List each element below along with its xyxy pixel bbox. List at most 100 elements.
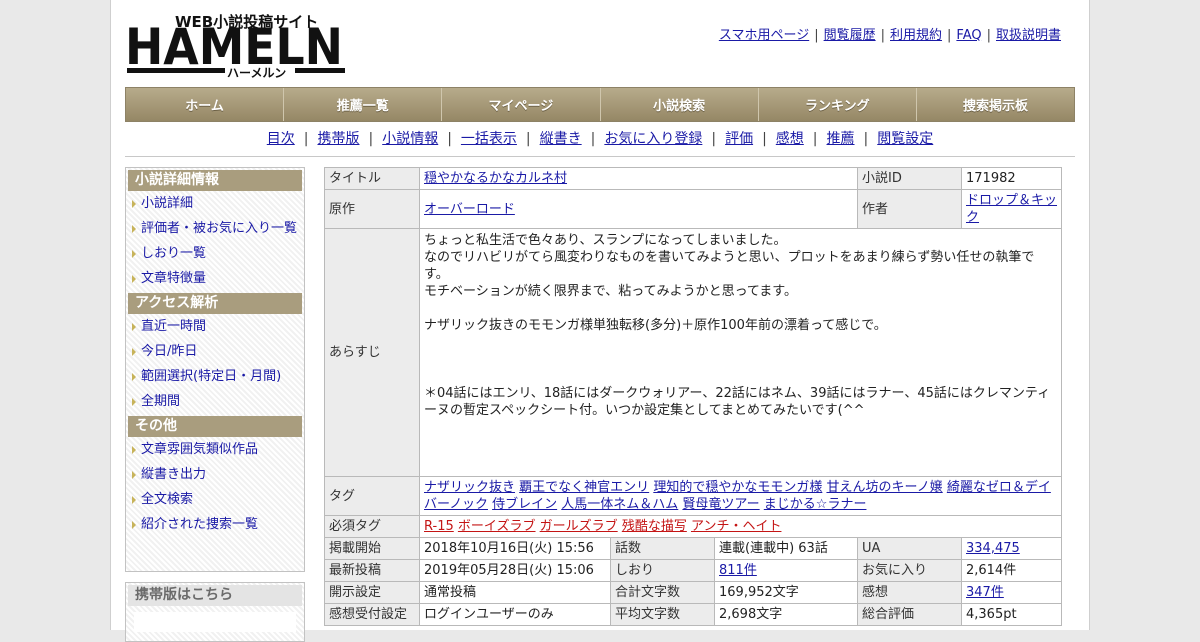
sidebar-item-fulltext[interactable]: 全文検索 bbox=[126, 487, 304, 512]
tag-link[interactable]: 賢母竜ツアー bbox=[682, 497, 759, 512]
subnav-rating[interactable]: 評価 bbox=[725, 131, 753, 147]
required-tag-link[interactable]: ガールズラブ bbox=[540, 519, 618, 534]
nav-search[interactable]: 小説検索 bbox=[600, 88, 759, 121]
tag-link[interactable]: 覇王でなく神官エンリ bbox=[519, 480, 649, 495]
arrow-icon bbox=[132, 471, 136, 479]
sidebar-item-bookmarks[interactable]: しおり一覧 bbox=[126, 241, 304, 266]
table-row: タグ ナザリック抜き 覇王でなく神官エンリ 理知的で穏やかなモモンガ様 甘えん坊… bbox=[324, 476, 1062, 516]
novel-title-link[interactable]: 穏やかなるかなカルネ村 bbox=[424, 171, 567, 186]
top-link-manual[interactable]: 取扱説明書 bbox=[996, 28, 1061, 43]
sidebar-item-raters[interactable]: 評価者・被お気に入り一覧 bbox=[126, 216, 304, 241]
tags-cell: ナザリック抜き 覇王でなく神官エンリ 理知的で穏やかなモモンガ様 甘えん坊のキー… bbox=[419, 476, 1062, 516]
required-tag-link[interactable]: R-15 bbox=[424, 519, 454, 534]
required-tag-link[interactable]: アンチ・ヘイト bbox=[691, 519, 781, 534]
subnav-settings[interactable]: 閲覧設定 bbox=[877, 131, 933, 147]
title-label: タイトル bbox=[324, 167, 420, 190]
subnav-mobile[interactable]: 携帯版 bbox=[317, 131, 359, 147]
top-link-faq[interactable]: FAQ bbox=[956, 28, 981, 43]
top-link-history[interactable]: 閲覧履歴 bbox=[824, 28, 876, 43]
stat-link[interactable]: 811件 bbox=[719, 563, 757, 578]
subnav-favorite[interactable]: お気に入り登録 bbox=[604, 131, 702, 147]
sidebar-item-all-time[interactable]: 全期間 bbox=[126, 389, 304, 414]
arrow-icon bbox=[132, 200, 136, 208]
arrow-icon bbox=[132, 323, 136, 331]
synopsis: ちょっと私生活で色々あり、スランプになってしまいました。 なのでリハビリがてら風… bbox=[419, 228, 1062, 477]
stat-value: ログインユーザーのみ bbox=[419, 603, 611, 626]
subnav-vertical[interactable]: 縦書き bbox=[540, 131, 582, 147]
stat-label: 感想受付設定 bbox=[324, 603, 420, 626]
novel-info-table: タイトル 穏やかなるかなカルネ村 小説ID 171982 原作 オーバーロード … bbox=[324, 167, 1062, 626]
required-tag-link[interactable]: 残酷な描写 bbox=[622, 519, 687, 534]
top-link-smartphone[interactable]: スマホ用ページ bbox=[719, 28, 809, 43]
arrow-icon bbox=[132, 250, 136, 258]
table-row: 必須タグ R-15 ボーイズラブ ガールズラブ 残酷な描写 アンチ・ヘイト bbox=[324, 515, 1062, 538]
mobile-box: 携帯版はこちら bbox=[125, 582, 305, 642]
sidebar-item-last-hour[interactable]: 直近一時間 bbox=[126, 314, 304, 339]
subnav-info[interactable]: 小説情報 bbox=[382, 131, 438, 147]
sidebar-item-today[interactable]: 今日/昨日 bbox=[126, 339, 304, 364]
subnav-recommend[interactable]: 推薦 bbox=[827, 131, 855, 147]
sidebar-section-detail: 小説詳細情報 bbox=[128, 170, 302, 191]
stat-value: 2,698文字 bbox=[714, 603, 858, 626]
table-row: 掲載開始 2018年10月16日(火) 15:56 話数 連載(連載中) 63話 UA 3… bbox=[324, 537, 1062, 560]
sidebar-item-features[interactable]: 文章特徴量 bbox=[126, 266, 304, 291]
subnav-comments[interactable]: 感想 bbox=[776, 131, 804, 147]
stat-value: 2,614件 bbox=[961, 559, 1062, 582]
nav-recommend[interactable]: 推薦一覧 bbox=[284, 88, 443, 121]
original-link[interactable]: オーバーロード bbox=[424, 202, 515, 217]
arrow-icon bbox=[132, 496, 136, 504]
hameln-logo[interactable]: WEB小説投稿サイト HAMELN ハーメルン bbox=[127, 10, 347, 80]
top-link-terms[interactable]: 利用規約 bbox=[890, 28, 942, 43]
tag-link[interactable]: 侍ブレイン bbox=[492, 497, 557, 512]
stat-link[interactable]: 334,475 bbox=[966, 541, 1020, 556]
table-row: 原作 オーバーロード 作者 ドロップ＆キック bbox=[324, 189, 1062, 229]
required-tags-label: 必須タグ bbox=[324, 515, 420, 538]
nav-board[interactable]: 捜索掲示板 bbox=[916, 88, 1075, 121]
required-tag-link[interactable]: ボーイズラブ bbox=[458, 519, 536, 534]
table-row: タイトル 穏やかなるかなカルネ村 小説ID 171982 bbox=[324, 167, 1062, 190]
tag-link[interactable]: 人馬一体ネム＆ハム bbox=[561, 497, 678, 512]
tag-link[interactable]: 甘えん坊のキーノ嬢 bbox=[826, 480, 942, 495]
stat-label: お気に入り bbox=[857, 559, 962, 582]
novel-id: 171982 bbox=[961, 167, 1062, 190]
tag-link[interactable]: ナザリック抜き bbox=[424, 480, 515, 495]
synopsis-label: あらすじ bbox=[324, 228, 420, 477]
tags-label: タグ bbox=[324, 476, 420, 516]
author-link[interactable]: ドロップ＆キック bbox=[966, 193, 1057, 225]
sidebar-item-detail[interactable]: 小説詳細 bbox=[126, 191, 304, 216]
title-cell: 穏やかなるかなカルネ村 bbox=[419, 167, 858, 190]
page-container: WEB小説投稿サイト HAMELN ハーメルン スマホ用ページ | 閲覧履歴 | 利用規… bbox=[110, 0, 1090, 642]
stat-link[interactable]: 347件 bbox=[966, 585, 1004, 600]
nav-home[interactable]: ホーム bbox=[126, 88, 285, 121]
sidebar-item-similar[interactable]: 文章雰囲気類似作品 bbox=[126, 437, 304, 462]
sidebar-item-vertical-output[interactable]: 縦書き出力 bbox=[126, 462, 304, 487]
tag-link[interactable]: 理知的で穏やかなモモンガ様 bbox=[653, 480, 822, 495]
stat-label: 合計文字数 bbox=[610, 581, 715, 604]
stat-label: 開示設定 bbox=[324, 581, 420, 604]
sidebar-item-range[interactable]: 範囲選択(特定日・月間) bbox=[126, 364, 304, 389]
stat-value: 347件 bbox=[961, 581, 1062, 604]
stat-value: 4,365pt bbox=[961, 603, 1062, 626]
stat-label: 話数 bbox=[610, 537, 715, 560]
author-cell: ドロップ＆キック bbox=[961, 189, 1062, 229]
table-row: 最新投稿 2019年05月28日(火) 15:06 しおり 811件 お気に入り 2,61… bbox=[324, 559, 1062, 582]
main-nav: ホーム 推薦一覧 マイページ 小説検索 ランキング 捜索掲示板 bbox=[125, 87, 1075, 122]
table-row: あらすじ ちょっと私生活で色々あり、スランプになってしまいました。 なのでリハビ… bbox=[324, 228, 1062, 477]
nav-mypage[interactable]: マイページ bbox=[442, 88, 601, 121]
sidebar-section-access: アクセス解析 bbox=[128, 293, 302, 314]
stat-value: 2018年10月16日(火) 15:56 bbox=[419, 537, 611, 560]
sidebar-item-introduced[interactable]: 紹介された捜索一覧 bbox=[126, 512, 304, 537]
subnav-toc[interactable]: 目次 bbox=[267, 131, 295, 147]
top-links: スマホ用ページ | 閲覧履歴 | 利用規約 | FAQ | 取扱説明書 bbox=[718, 28, 1061, 43]
tag-link[interactable]: まじかる☆ラナー bbox=[764, 497, 867, 512]
stat-label: しおり bbox=[610, 559, 715, 582]
arrow-icon bbox=[132, 348, 136, 356]
svg-text:ハーメルン: ハーメルン bbox=[227, 66, 286, 80]
nav-ranking[interactable]: ランキング bbox=[758, 88, 917, 121]
subnav-all[interactable]: 一括表示 bbox=[461, 131, 517, 147]
author-label: 作者 bbox=[857, 189, 962, 229]
stat-value: 811件 bbox=[714, 559, 858, 582]
arrow-icon bbox=[132, 446, 136, 454]
divider bbox=[125, 156, 1075, 157]
sidebar: 小説詳細情報 小説詳細 評価者・被お気に入り一覧 しおり一覧 文章特徴量 アクセ… bbox=[125, 167, 305, 572]
